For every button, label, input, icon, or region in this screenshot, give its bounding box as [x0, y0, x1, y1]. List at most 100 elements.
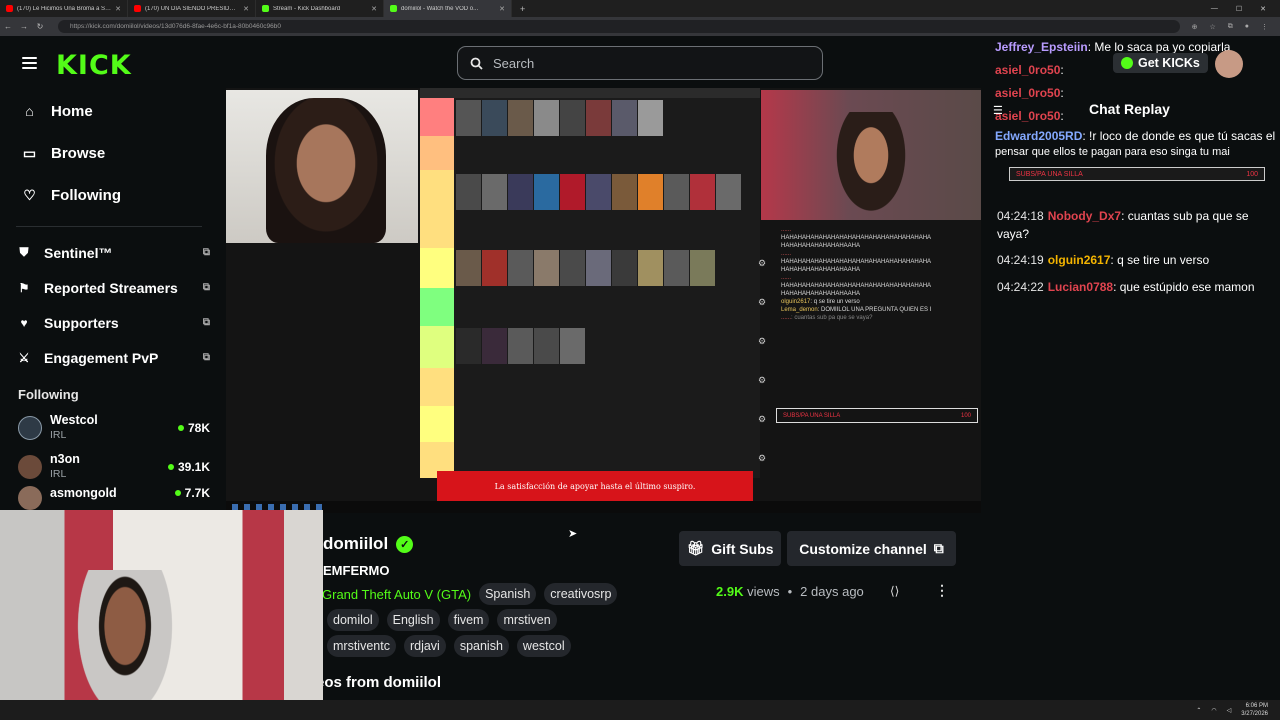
customize-channel-button[interactable]: Customize channel ⧉: [787, 531, 956, 566]
more-options-icon[interactable]: ⋮: [935, 582, 949, 599]
volume-icon[interactable]: ◁: [1227, 707, 1232, 714]
followed-channel[interactable]: n3on IRL 39.1K: [0, 447, 218, 486]
tier-thumbnails: [456, 328, 585, 364]
chat-username: olguin2617: [1047, 253, 1111, 267]
chat-message: 04:24:18 Nobody_Dx7: cuantas sub pa que s…: [997, 208, 1277, 243]
close-icon[interactable]: ✕: [115, 5, 121, 13]
browser-tab[interactable]: (170) UN DÍA SIENDO PRESIDENTE ✕: [128, 0, 256, 17]
chat-text: : que estúpido ese mamon: [1113, 279, 1255, 294]
close-window-icon[interactable]: ✕: [1260, 5, 1266, 13]
new-tab-button[interactable]: +: [512, 4, 533, 14]
tier-row: [420, 136, 454, 170]
followed-channel[interactable]: asmongold 7.7K: [0, 486, 218, 510]
tab-title: (170) Le Hicimos Una Broma a So...: [17, 5, 112, 12]
tab-title: (170) UN DÍA SIENDO PRESIDENTE: [145, 5, 240, 12]
wifi-icon[interactable]: ◠: [1211, 707, 1216, 714]
subs-goal-count: 100: [1246, 170, 1258, 178]
streamer-camera-right: [761, 90, 981, 220]
forward-icon[interactable]: →: [16, 22, 32, 31]
live-dot-icon: [167, 463, 174, 470]
separator-dot: •: [787, 584, 793, 599]
maximize-icon[interactable]: ☐: [1236, 5, 1242, 13]
minimize-icon[interactable]: —: [1211, 5, 1218, 13]
avatar[interactable]: [1215, 50, 1243, 78]
gear-icon: ⚙: [758, 336, 767, 346]
reload-icon[interactable]: ↻: [32, 22, 48, 31]
timestamp: 04:24:22: [997, 279, 1044, 294]
browser-tab-active[interactable]: domiilol - Watch the VOD o... ✕: [384, 0, 512, 17]
system-clock[interactable]: 6:06 PM 3/27/2026: [1241, 702, 1268, 718]
channel-name: n3on: [50, 451, 80, 466]
kick-logo[interactable]: KICK: [56, 50, 132, 81]
tag[interactable]: English: [386, 609, 440, 631]
youtube-icon: [6, 5, 13, 12]
category-link[interactable]: Grand Theft Auto V (GTA): [322, 587, 471, 602]
channel-name: asmongold: [50, 486, 117, 500]
tag-row: domilol English fivem mrstiven: [327, 609, 557, 631]
address-bar-icons: ⊕ ☆ ⧉ ● ⋮: [1180, 23, 1280, 31]
tag-row: mrstiventc rdjavi spanish westcol: [327, 635, 571, 657]
video-player[interactable]: ⚙ ⚙ ⚙ ⚙ ⚙ ⚙ ...... HAHAHAHAHAHAHAHAHAHAHAHAHAH…: [226, 88, 981, 513]
url-field[interactable]: https://kick.com/domiilol/videos/13d076d…: [58, 20, 1180, 33]
flag-icon: ⚑: [18, 280, 30, 295]
sidebar-item-reported-streamers[interactable]: ⚑ Reported Streamers ⧉: [0, 270, 218, 305]
sidebar-item-label: Engagement PvP: [44, 349, 159, 366]
subs-goal-count: 100: [960, 412, 971, 419]
overlay-chat-line: olguin2617: q se tire un verso: [781, 299, 860, 305]
sidebar-item-supporters[interactable]: ♥ Supporters ⧉: [0, 305, 218, 340]
menu-icon[interactable]: ⋮: [1261, 23, 1268, 31]
sidebar-item-label: Reported Streamers: [44, 279, 178, 296]
channel-category: IRL: [50, 428, 67, 441]
back-icon[interactable]: ←: [0, 22, 16, 31]
profile-icon[interactable]: ●: [1245, 23, 1249, 31]
kick-icon: [390, 5, 397, 12]
tier-row: [420, 368, 454, 406]
get-kicks-button[interactable]: Get KICKs: [1113, 53, 1208, 73]
tag[interactable]: fivem: [447, 609, 490, 631]
zoom-icon[interactable]: ⊕: [1192, 23, 1198, 31]
tag[interactable]: rdjavi: [403, 635, 446, 657]
sidebar-item-home[interactable]: ⌂ Home: [0, 90, 218, 132]
overlay-controls: ⚙ ⚙ ⚙ ⚙ ⚙ ⚙: [758, 258, 778, 492]
tag[interactable]: Spanish: [479, 583, 537, 605]
tier-row: [420, 288, 454, 326]
chat-username: Lucian0788: [1047, 279, 1114, 294]
streamer-camera-left: [226, 90, 418, 243]
tag[interactable]: westcol: [516, 635, 571, 657]
channel-name: domiilol: [323, 534, 389, 553]
sidebar-item-browse[interactable]: ▭ Browse: [0, 132, 218, 174]
sidebar-item-engagement-pvp[interactable]: ⚔ Engagement PvP ⧉: [0, 340, 218, 375]
gift-subs-button[interactable]: 🎁︎ Gift Subs: [679, 531, 781, 566]
tag[interactable]: creativosrp: [544, 583, 618, 605]
channel-name-heading[interactable]: domiilol ✓: [323, 534, 414, 554]
close-icon[interactable]: ✕: [243, 5, 249, 13]
webcam-overlay: [0, 510, 323, 720]
sidebar-item-sentinel[interactable]: ⛊ Sentinel™ ⧉: [0, 235, 218, 270]
search-bar[interactable]: Search: [457, 46, 823, 80]
home-icon: ⌂: [25, 103, 34, 119]
tag[interactable]: domilol: [327, 609, 379, 631]
tray-icon[interactable]: ⌃: [1196, 707, 1201, 714]
followed-channel[interactable]: Westcol IRL 78K: [0, 408, 218, 447]
search-placeholder: Search: [493, 55, 535, 71]
os-taskbar: ⌃ ◠ ◁ 6:06 PM 3/27/2026: [0, 700, 1280, 720]
youtube-icon: [134, 5, 141, 12]
share-icon[interactable]: ⟨⟩: [890, 584, 899, 598]
shield-icon: ⛊: [19, 245, 29, 259]
extensions-icon[interactable]: ⧉: [1228, 23, 1233, 31]
tag[interactable]: mrstiventc: [327, 635, 396, 657]
stream-title: EMFERMO: [323, 563, 390, 578]
mouse-cursor-icon: ➤: [568, 528, 578, 540]
close-icon[interactable]: ✕: [499, 5, 505, 13]
tag[interactable]: spanish: [453, 635, 509, 657]
external-link-icon: ⧉: [202, 352, 210, 363]
close-icon[interactable]: ✕: [371, 5, 377, 13]
browser-tab[interactable]: (170) Le Hicimos Una Broma a So... ✕: [0, 0, 128, 17]
hamburger-menu-icon[interactable]: [22, 57, 37, 72]
browser-tab[interactable]: Stream - Kick Dashboard ✕: [256, 0, 384, 17]
sidebar-item-following[interactable]: ♡ Following: [0, 174, 218, 216]
gear-icon: ⚙: [758, 375, 767, 385]
chat-menu-icon[interactable]: ☰: [993, 104, 1003, 117]
tag[interactable]: mrstiven: [497, 609, 557, 631]
star-icon[interactable]: ☆: [1209, 23, 1215, 31]
